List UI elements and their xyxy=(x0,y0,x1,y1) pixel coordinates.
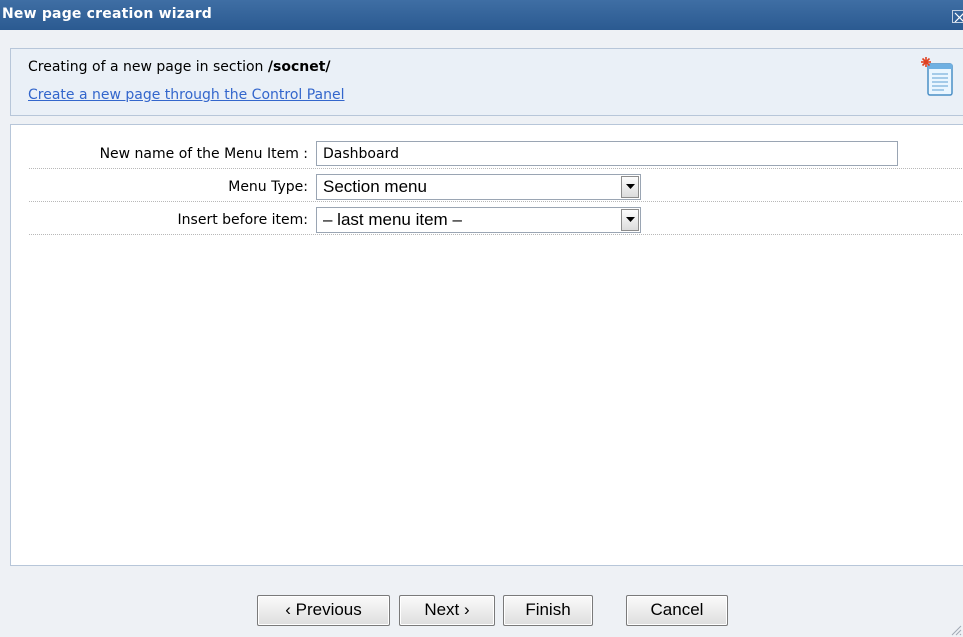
next-button[interactable]: Next › xyxy=(399,595,495,626)
section-info: Creating of a new page in section /socne… xyxy=(28,59,331,75)
wizard-dialog: New page creation wizard Creating of a n… xyxy=(0,0,963,637)
menu-type-dropdown-button[interactable] xyxy=(621,176,639,198)
control-panel-link[interactable]: Create a new page through the Control Pa… xyxy=(28,87,345,103)
insert-before-value: – last menu item – xyxy=(323,210,462,229)
chevron-down-icon xyxy=(626,184,635,189)
menu-item-name-label: New name of the Menu Item : xyxy=(99,146,308,162)
menu-type-select[interactable]: Section menu xyxy=(316,174,641,200)
section-path: /socnet/ xyxy=(267,59,331,75)
menu-type-label: Menu Type: xyxy=(228,179,308,195)
chevron-down-icon xyxy=(626,217,635,222)
wizard-form-panel: New name of the Menu Item : Menu Type: S… xyxy=(10,124,963,566)
insert-before-label: Insert before item: xyxy=(177,212,308,228)
wizard-header-panel: Creating of a new page in section /socne… xyxy=(10,48,963,116)
cancel-button[interactable]: Cancel xyxy=(626,595,728,626)
menu-type-value: Section menu xyxy=(323,177,427,196)
resize-grip-icon[interactable] xyxy=(950,624,962,636)
menu-item-name-row: New name of the Menu Item : xyxy=(29,138,963,169)
insert-before-select[interactable]: – last menu item – xyxy=(316,207,641,233)
previous-button[interactable]: ‹ Previous xyxy=(257,595,390,626)
close-icon xyxy=(954,12,963,22)
insert-before-dropdown-button[interactable] xyxy=(621,209,639,231)
menu-type-row: Menu Type: Section menu xyxy=(29,171,963,202)
menu-item-name-input[interactable] xyxy=(316,141,898,166)
finish-button[interactable]: Finish xyxy=(503,595,593,626)
wizard-footer: ‹ Previous Next › Finish Cancel xyxy=(0,566,963,637)
section-intro-text: Creating of a new page in section xyxy=(28,59,268,75)
close-button[interactable] xyxy=(952,10,963,23)
insert-before-row: Insert before item: – last menu item – xyxy=(29,204,963,235)
new-page-icon xyxy=(921,57,953,96)
dialog-title: New page creation wizard xyxy=(2,6,213,22)
dialog-titlebar[interactable]: New page creation wizard xyxy=(0,0,963,30)
